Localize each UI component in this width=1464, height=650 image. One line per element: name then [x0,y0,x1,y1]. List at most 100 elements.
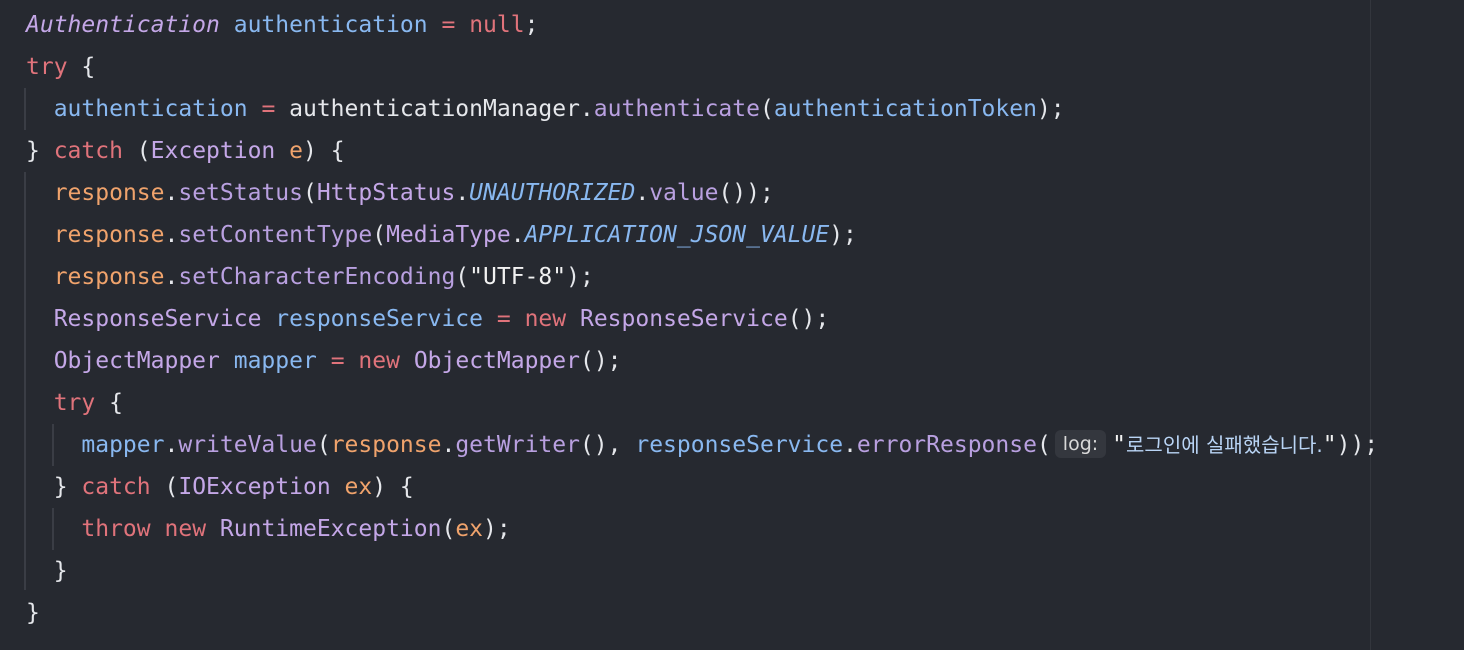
code-token: ResponseService [53,306,262,332]
code-token: } [26,474,82,500]
code-token: mapper [233,348,317,374]
code-token: . [455,180,470,206]
code-token: errorResponse [856,432,1037,458]
code-line[interactable]: throw new RuntimeException(ex); [26,508,510,550]
code-token: ) { [372,474,414,500]
code-token: getWriter [455,432,580,458]
code-token: authenticationToken [773,96,1037,122]
code-token: setCharacterEncoding [178,264,456,290]
code-token: responseService [635,432,844,458]
code-token: throw [81,516,151,542]
code-token: setContentType [178,222,373,248]
code-token: authenticationManager. [275,96,594,122]
code-token: ); [566,264,594,290]
code-line[interactable]: } catch (IOException ex) { [26,466,414,508]
code-token: RuntimeException [219,516,442,542]
code-token: ( [302,180,317,206]
code-token: } [26,600,40,626]
code-token: try [26,54,68,80]
code-token: ; [524,12,539,38]
code-token: . [164,180,179,206]
code-token: ); [829,222,857,248]
code-token: UNAUTHORIZED [469,180,636,206]
code-token: 로그인에 실패했습니다. [1126,433,1323,457]
code-token: HttpStatus [316,180,456,206]
code-token: . [635,180,650,206]
code-token: response [53,180,165,206]
code-token: . [164,432,179,458]
code-line[interactable]: } [26,592,40,634]
code-token: mapper [81,432,165,458]
code-token: ResponseService [579,306,788,332]
code-token: " [1322,432,1337,458]
code-token: ) { [303,138,345,164]
code-token: . [843,432,857,458]
code-token: writeValue [178,432,317,458]
code-line[interactable]: response.setCharacterEncoding("UTF-8"); [26,256,594,298]
code-line[interactable]: response.setStatus(HttpStatus.UNAUTHORIZ… [26,172,774,214]
code-token: MediaType [386,222,511,248]
code-token: = [261,96,276,122]
code-line[interactable]: } [26,550,68,592]
code-token: IOException [178,474,331,500]
parameter-hint: log: [1054,429,1107,458]
code-line[interactable]: ObjectMapper mapper = new ObjectMapper()… [26,340,622,382]
code-token: "UTF-8" [469,264,567,290]
code-token: setStatus [178,180,303,206]
code-token: response [53,264,165,290]
code-token: " [1112,432,1127,458]
code-line[interactable]: try { [26,46,95,88]
code-token: ( [759,96,774,122]
code-token: responseService [275,306,483,332]
code-token: catch [53,138,123,164]
code-token: . [164,222,179,248]
code-token: (); [787,306,830,332]
code-token: = [441,12,456,38]
code-token: ObjectMapper [413,348,580,374]
code-token: null [469,12,525,38]
code-token: try [53,390,96,416]
code-token: . [164,264,179,290]
code-line[interactable]: Authentication authentication = null; [26,4,538,46]
code-line[interactable]: response.setContentType(MediaType.APPLIC… [26,214,857,256]
code-line[interactable]: try { [26,382,123,424]
code-token: ( [1036,432,1051,458]
code-token: = [496,306,511,332]
code-token: (), [579,432,636,458]
code-token: value [649,180,719,206]
code-token: ( [150,474,179,500]
code-token: } [26,138,54,164]
code-token: ); [1036,96,1065,122]
code-line[interactable]: ResponseService responseService = new Re… [26,298,830,340]
code-token: response [330,432,442,458]
code-token: ( [372,222,387,248]
code-token: e [289,138,303,164]
code-line[interactable]: mapper.writeValue(response.getWriter(), … [26,424,1378,466]
code-line[interactable]: authentication = authenticationManager.a… [26,88,1065,130]
code-editor[interactable]: Authentication authentication = null; try… [0,0,1464,650]
code-token: } [26,558,68,584]
code-token: ( [455,264,470,290]
code-token: new [524,306,567,332]
code-line[interactable]: } catch (Exception e) { [26,130,345,172]
